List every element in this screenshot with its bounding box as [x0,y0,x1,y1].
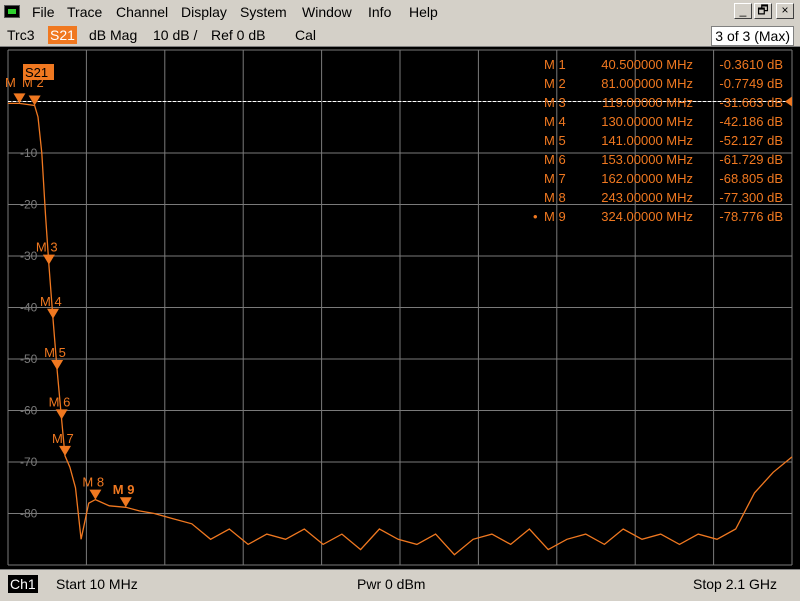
cal-status[interactable]: Cal [295,27,316,43]
power-level[interactable]: Pwr 0 dBm [357,576,425,592]
format-label[interactable]: dB Mag [89,27,137,43]
marker-label: M 6 [49,394,71,409]
marker-readout-frequency: 119.00000 MHz [602,95,693,110]
channel-info-bar: Ch1 Start 10 MHz Pwr 0 dBm Stop 2.1 GHz [0,569,800,601]
marker-label: M 9 [113,482,135,497]
marker-triangle-icon [59,445,72,456]
menu-display[interactable]: Display [181,4,227,20]
minimize-button[interactable]: _ [734,3,752,19]
marker-readout-label: M 5 [544,133,566,148]
close-icon: × [781,3,789,17]
reference-arrow-icon [785,96,792,107]
marker-label: M 7 [52,431,74,446]
marker-readout-value: -68.805 dB [719,171,783,186]
marker-readout-label: M 4 [544,114,566,129]
marker-readout-value: -77.300 dB [719,190,783,205]
y-tick-label: -20 [20,198,38,212]
close-button[interactable]: × [776,3,794,19]
marker-triangle-icon [42,254,55,265]
menu-file[interactable]: File [32,4,55,20]
y-tick-label: -10 [20,146,38,160]
active-marker-dot-icon: • [533,209,538,224]
marker-readout-label: M 8 [544,190,566,205]
menu-help[interactable]: Help [409,4,438,20]
marker-triangle-icon [55,409,68,420]
scale-label[interactable]: 10 dB / [153,27,197,43]
marker-readout-frequency: 153.00000 MHz [601,152,693,167]
restore-button[interactable]: 🗗 [754,3,772,19]
marker-readout-value: -0.3610 dB [719,57,783,72]
marker-readout-frequency: 243.00000 MHz [601,190,693,205]
marker-triangle-icon [51,359,64,370]
marker-label: M 3 [36,240,58,255]
measurement-parameter[interactable]: S21 [48,26,77,44]
marker-readout-frequency: 141.00000 MHz [601,133,693,148]
trace-name[interactable]: Trc3 [7,27,34,43]
menu-channel[interactable]: Channel [116,4,168,20]
menu-info[interactable]: Info [368,4,391,20]
marker-label-m2: M 2 [22,75,44,90]
menu-system[interactable]: System [240,4,287,20]
marker-triangle-icon [47,308,60,319]
y-tick-label: -80 [20,507,38,521]
menu-window[interactable]: Window [302,4,352,20]
marker-readout-value: -42.186 dB [719,114,783,129]
marker-readout-frequency: 40.500000 MHz [601,57,693,72]
marker-readout-label: M 9 [544,209,566,224]
marker-readout-frequency: 162.00000 MHz [601,171,693,186]
y-tick-label: -40 [20,301,38,315]
marker-readout-label: M 1 [544,57,566,72]
marker-readout-value: -31.663 dB [719,95,783,110]
marker-readout-label: M 6 [544,152,566,167]
marker-label-m1: M [5,75,16,90]
plot-area[interactable]: -10 -20 -30 -40 -50 -60 -70 -80 S21 M 3M 4M 5M 6M… [0,47,800,569]
trace-count-label: 3 of 3 (Max) [711,26,794,46]
marker-triangle-icon [89,489,102,500]
minimize-icon: _ [739,3,747,17]
marker-readout-frequency: 81.000000 MHz [601,76,693,91]
channel-label[interactable]: Ch1 [8,575,38,593]
marker-readout-value: -78.776 dB [719,209,783,224]
marker-readout-label: M 3 [544,95,566,110]
marker-label: M 4 [40,294,62,309]
marker-readout-value: -52.127 dB [719,133,783,148]
start-frequency[interactable]: Start 10 MHz [56,576,138,592]
reference-label[interactable]: Ref 0 dB [211,27,265,43]
marker-readout-label: M 2 [544,76,566,91]
marker-readout-value: -61.729 dB [719,152,783,167]
y-tick-label: -60 [20,404,38,418]
marker-readout-value: -0.7749 dB [719,76,783,91]
marker-readout-frequency: 130.00000 MHz [601,114,693,129]
marker-triangle-icon [28,95,41,106]
trace-info-bar: Trc3 S21 dB Mag 10 dB / Ref 0 dB Cal 3 o… [0,24,800,47]
marker-triangle-icon [119,497,132,508]
app-icon[interactable] [4,5,20,18]
marker-label: M 5 [44,345,66,360]
marker-label: M 8 [82,475,104,490]
menu-trace[interactable]: Trace [67,4,102,20]
restore-icon: 🗗 [757,3,769,17]
y-tick-label: -70 [20,455,38,469]
y-tick-label: -50 [20,352,38,366]
marker-readout-label: M 7 [544,171,566,186]
menu-bar: File Trace Channel Display System Window… [0,0,800,25]
s21-chart[interactable]: -10-20-30-40-50-60-70-80S21M 3M 4M 5M 6M… [0,47,800,569]
marker-readout-frequency: 324.00000 MHz [601,209,693,224]
stop-frequency[interactable]: Stop 2.1 GHz [693,576,777,592]
